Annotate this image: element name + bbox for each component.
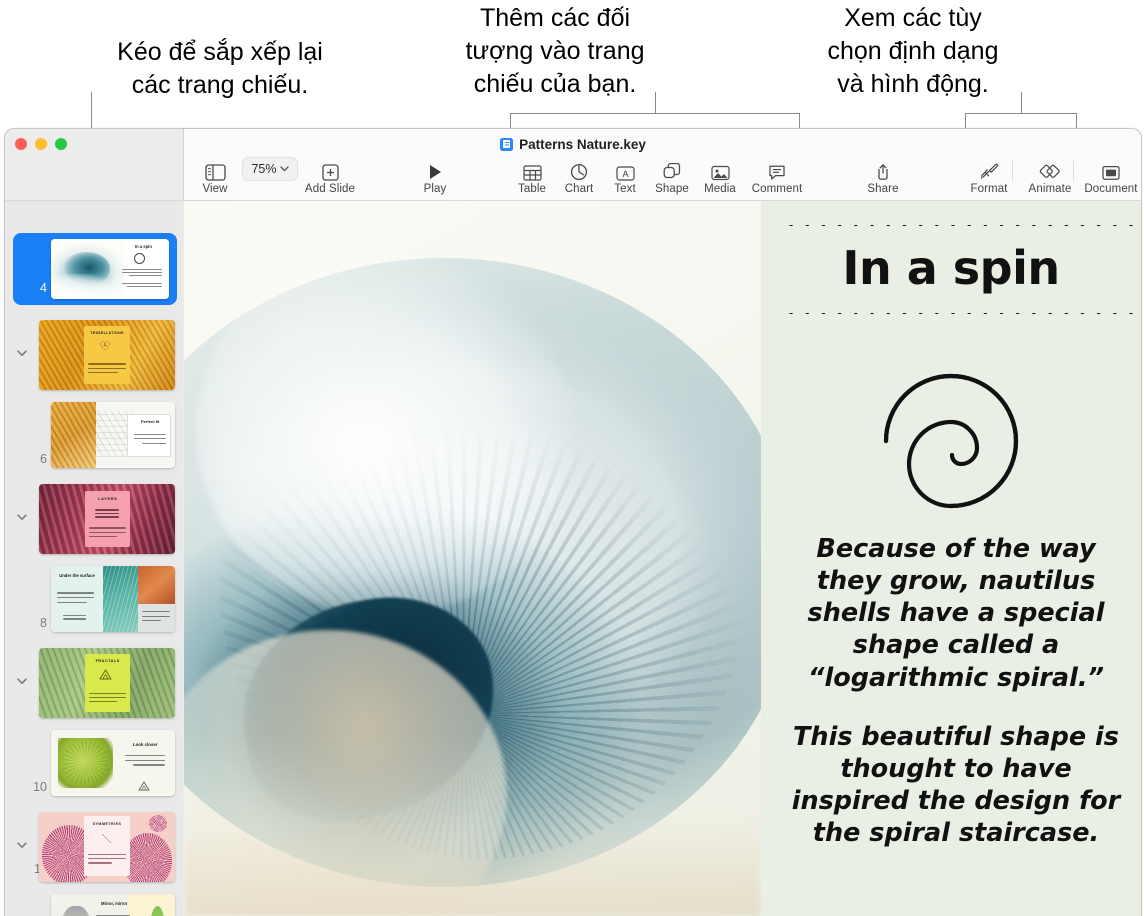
navigator-slide-10[interactable]: 10 Look closer [5, 724, 183, 806]
disclosure-chevron-icon[interactable] [15, 510, 29, 524]
toolbar-button-add-slide[interactable]: Add Slide [298, 155, 362, 195]
disclosure-chevron-icon[interactable] [15, 838, 29, 852]
animate-icon [1018, 155, 1082, 181]
slide-thumbnail[interactable]: Mirror, mirror [51, 894, 175, 916]
current-slide[interactable]: In a spin Because of the way they grow, [184, 201, 1141, 916]
slide-canvas[interactable]: In a spin Because of the way they grow, [184, 201, 1141, 916]
slide-thumbnail[interactable]: LAYERS [39, 484, 175, 554]
share-icon [851, 155, 915, 181]
thumbnail-title: LAYERS [97, 495, 118, 501]
slide-paragraph-2: This beautiful shape is thought to have … [791, 721, 1121, 848]
callout-add-objects: Thêm các đối tượng vào trang chiếu của b… [465, 4, 645, 98]
toolbar-button-document[interactable]: Document [1079, 155, 1141, 195]
plus-square-icon [298, 155, 362, 181]
toolbar-label-share: Share [867, 183, 899, 195]
slide-thumbnail[interactable]: TESSELLATIONS [39, 320, 175, 390]
slide-thumbnail[interactable]: Perfect fit [51, 402, 175, 468]
navigator-slide-5[interactable]: 5 TESSELLATIONS [5, 314, 183, 396]
slide-text-column: In a spin Because of the way they grow, [761, 201, 1141, 916]
toolbar: View 75% Zoom [183, 155, 1141, 201]
callout-leader-line-middle [655, 92, 656, 114]
thumbnail-title: Mirror, mirror [100, 900, 128, 906]
toolbar-label-comment: Comment [751, 183, 803, 195]
thumbnail-title: TESSELLATIONS [90, 330, 124, 335]
navigator-slide-8[interactable]: 8 Under the surface [5, 560, 183, 642]
document-title: Patterns Nature.key [5, 134, 1141, 154]
dotted-rule-bottom [783, 311, 1133, 316]
slide-number: 10 [33, 780, 47, 794]
toolbar-button-media[interactable]: Media [688, 155, 752, 195]
slide-thumbnail[interactable]: Look closer [51, 730, 175, 796]
thumbnail-title: Look closer [132, 741, 158, 747]
slide-number: 4 [40, 281, 47, 295]
document-title-text: Patterns Nature.key [519, 136, 646, 152]
callout-drag-to-rearrange: Kéo để sắp xếp lại các trang chiếu. [117, 38, 323, 99]
zoom-select[interactable]: 75% [242, 157, 298, 181]
toolbar-label-add-slide: Add Slide [304, 183, 356, 195]
navigator-slide-6[interactable]: 6 Perfect fit [5, 396, 183, 478]
chevron-down-icon [279, 166, 289, 172]
thumbnail-title: Perfect fit [140, 419, 160, 425]
slide-thumbnail[interactable]: FRACTALS [39, 648, 175, 718]
thumbnail-title: In a spin [134, 244, 152, 249]
slide-thumbnail[interactable]: Under the surface [51, 566, 175, 632]
navigator-slide-11[interactable]: 11 SYMMETRIES [5, 806, 183, 888]
thumbnail-title: Under the surface [59, 572, 95, 578]
toolbar-label-media: Media [704, 183, 736, 195]
navigator-slide-9[interactable]: 9 FRACTALS [5, 642, 183, 724]
screenshot-root: Kéo để sắp xếp lại các trang chiếu. Thêm… [0, 0, 1144, 916]
keynote-file-icon [500, 137, 514, 151]
toolbar-button-format[interactable]: Format [957, 155, 1021, 195]
play-icon [403, 155, 467, 181]
toolbar-label-play: Play [423, 183, 447, 195]
thumbnail-title: SYMMETRIES [92, 821, 122, 826]
slide-body-text[interactable]: Because of the way they grow, nautilus s… [787, 533, 1125, 849]
title-bar: Patterns Nature.key View 75% Add Slide P… [5, 129, 1141, 201]
document-icon [1079, 155, 1141, 181]
navigator-slide-4[interactable]: 4 In a spin [5, 233, 183, 315]
slide-thumbnail[interactable]: SYMMETRIES [39, 812, 175, 882]
callout-format-animate: Xem các tùy chọn định dạng và hình động. [827, 4, 999, 98]
toolbar-button-zoom[interactable]: 75% Zoom [237, 155, 301, 181]
toolbar-label-animate: Animate [1028, 183, 1072, 195]
toolbar-button-play[interactable]: Play [403, 155, 467, 195]
zoom-value: 75% [251, 162, 277, 176]
toolbar-button-share[interactable]: Share [851, 155, 915, 195]
dotted-rule-top [783, 223, 1133, 228]
svg-text:A: A [622, 169, 628, 179]
slide-title[interactable]: In a spin [761, 241, 1141, 295]
nautilus-shell-photo[interactable] [184, 201, 761, 916]
paintbrush-icon [957, 155, 1021, 181]
slide-number: 6 [40, 452, 47, 466]
slide-thumbnail[interactable]: In a spin [51, 239, 169, 299]
slide-paragraph-1: Because of the way they grow, nautilus s… [807, 534, 1105, 693]
navigator-slide-7[interactable]: 7 LAYERS [5, 478, 183, 560]
spiral-icon[interactable] [866, 356, 1036, 526]
thumbnail-title: FRACTALS [95, 658, 120, 663]
disclosure-chevron-icon[interactable] [15, 346, 29, 360]
toolbar-button-animate[interactable]: Animate [1018, 155, 1082, 195]
callout-leader-line-right [1021, 92, 1022, 114]
comment-icon [745, 155, 809, 181]
toolbar-label-document: Document [1084, 183, 1138, 195]
toolbar-label-format: Format [970, 183, 1008, 195]
slide-number: 8 [40, 616, 47, 630]
media-icon [688, 155, 752, 181]
keynote-window: Patterns Nature.key View 75% Add Slide P… [4, 128, 1142, 916]
toolbar-label-view: View [202, 183, 228, 195]
slide-navigator[interactable]: 4 In a spin TESSELLATIONS 6 Perfect fit … [5, 201, 183, 916]
toolbar-button-comment[interactable]: Comment [745, 155, 809, 195]
navigator-slide-12[interactable]: Mirror, mirror [5, 888, 183, 916]
disclosure-chevron-icon[interactable] [15, 674, 29, 688]
